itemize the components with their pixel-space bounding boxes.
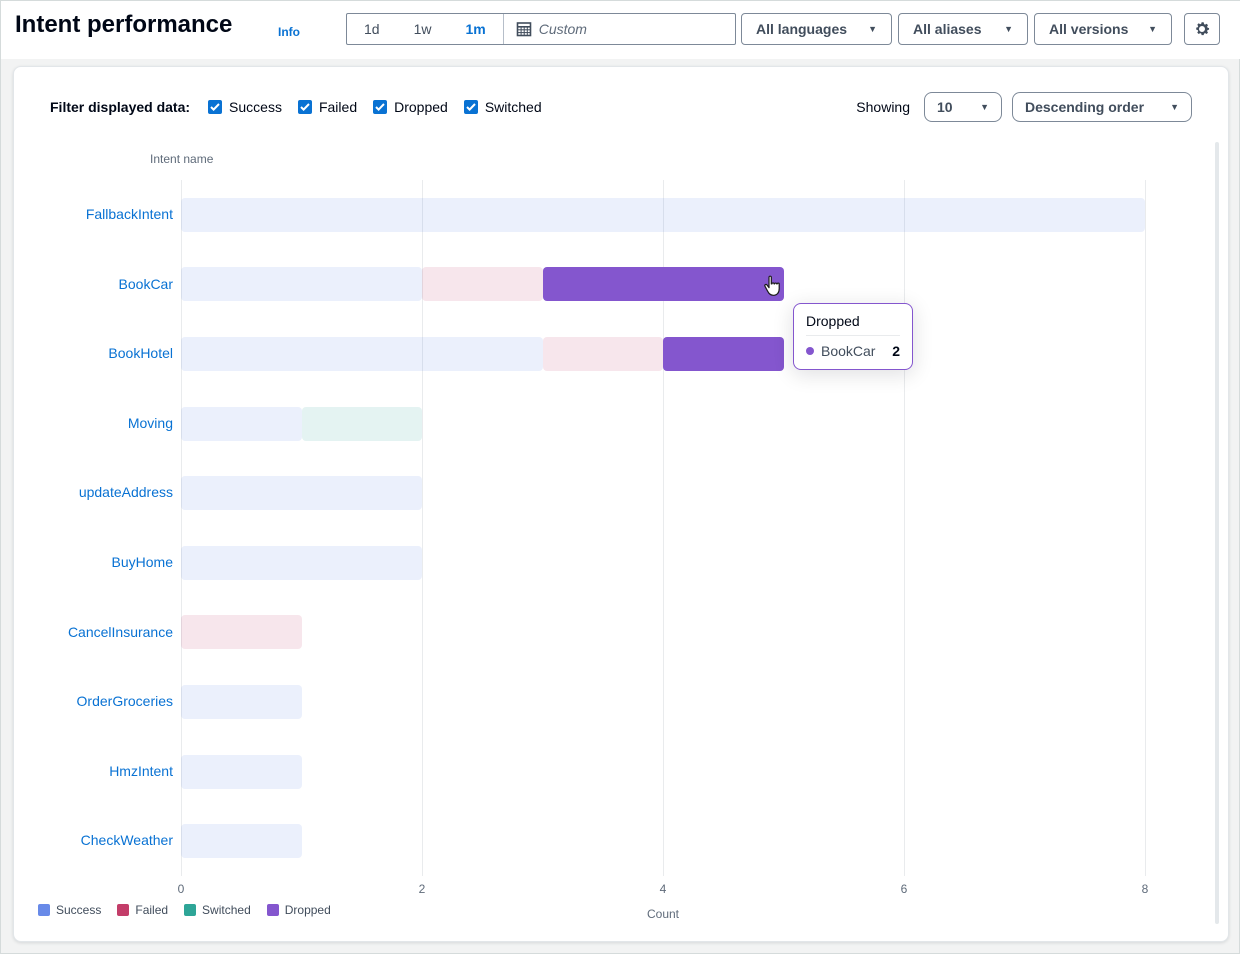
checkbox-dropped[interactable]: Dropped bbox=[373, 99, 448, 115]
page-title: Intent performance bbox=[15, 11, 232, 39]
intent-link[interactable]: BuyHome bbox=[14, 528, 173, 598]
calendar-icon bbox=[516, 21, 532, 37]
checkbox-label: Switched bbox=[485, 99, 542, 115]
showing-label: Showing bbox=[856, 99, 910, 115]
bar-segment-success[interactable] bbox=[181, 476, 422, 510]
bar-segment-success[interactable] bbox=[181, 198, 1145, 232]
bar-segment-success[interactable] bbox=[181, 337, 543, 371]
page-header: Intent performance Info 1d 1w 1m Custom … bbox=[1, 1, 1240, 59]
gridline bbox=[904, 180, 905, 876]
bar-segment-success[interactable] bbox=[181, 685, 302, 719]
version-filter-label: All versions bbox=[1049, 21, 1128, 37]
custom-date-input[interactable]: Custom bbox=[539, 21, 587, 37]
checkbox-label: Dropped bbox=[394, 99, 448, 115]
bar-segment-failed[interactable] bbox=[543, 337, 664, 371]
version-filter-button[interactable]: All versions ▼ bbox=[1034, 13, 1172, 45]
checkbox-checked-icon bbox=[298, 100, 312, 114]
legend-label: Failed bbox=[135, 903, 168, 917]
intent-link[interactable]: CancelInsurance bbox=[14, 598, 173, 668]
legend-item[interactable]: Dropped bbox=[267, 903, 331, 917]
checkbox-checked-icon bbox=[464, 100, 478, 114]
x-axis-tick: 6 bbox=[901, 882, 908, 896]
checkbox-switched[interactable]: Switched bbox=[464, 99, 542, 115]
tooltip-series-dot bbox=[806, 347, 814, 355]
bar-segment-failed[interactable] bbox=[181, 615, 302, 649]
chart-tooltip: Dropped BookCar 2 bbox=[793, 303, 913, 370]
language-filter-button[interactable]: All languages ▼ bbox=[741, 13, 892, 45]
cursor-icon bbox=[763, 275, 781, 302]
checkbox-success[interactable]: Success bbox=[208, 99, 282, 115]
tooltip-series-value: 2 bbox=[892, 343, 900, 359]
bar-segment-switched[interactable] bbox=[302, 407, 423, 441]
bar-segment-success[interactable] bbox=[181, 546, 422, 580]
bar-segment-success[interactable] bbox=[181, 267, 422, 301]
chevron-down-icon: ▼ bbox=[868, 24, 877, 34]
info-link[interactable]: Info bbox=[278, 25, 300, 39]
intent-link[interactable]: HmzIntent bbox=[14, 737, 173, 807]
gridline bbox=[1145, 180, 1146, 876]
x-axis-tick: 4 bbox=[660, 882, 667, 896]
time-option-1d[interactable]: 1d bbox=[347, 14, 397, 44]
bar-segment-success[interactable] bbox=[181, 755, 302, 789]
plot-area bbox=[181, 180, 1145, 876]
intent-link[interactable]: BookCar bbox=[14, 250, 173, 320]
sort-order-value: Descending order bbox=[1025, 99, 1144, 115]
tooltip-row: BookCar 2 bbox=[806, 343, 900, 359]
chevron-down-icon: ▼ bbox=[980, 102, 989, 112]
intent-link[interactable]: OrderGroceries bbox=[14, 667, 173, 737]
legend-swatch bbox=[184, 904, 196, 916]
bar-segment-dropped[interactable] bbox=[663, 337, 784, 371]
y-axis-title: Intent name bbox=[150, 152, 213, 166]
time-option-1m[interactable]: 1m bbox=[448, 14, 502, 44]
bar-segment-success[interactable] bbox=[181, 407, 302, 441]
gear-icon bbox=[1193, 20, 1211, 38]
intent-link[interactable]: Moving bbox=[14, 389, 173, 459]
time-option-1w[interactable]: 1w bbox=[397, 14, 449, 44]
alias-filter-button[interactable]: All aliases ▼ bbox=[898, 13, 1028, 45]
language-filter-label: All languages bbox=[756, 21, 847, 37]
chevron-down-icon: ▼ bbox=[1148, 24, 1157, 34]
legend-swatch bbox=[117, 904, 129, 916]
tooltip-series-label: BookCar bbox=[821, 343, 875, 359]
filter-row: Filter displayed data: Success Failed Dr… bbox=[50, 91, 1192, 123]
intent-link[interactable]: CheckWeather bbox=[14, 806, 173, 876]
x-axis-tick: 8 bbox=[1142, 882, 1149, 896]
intent-link[interactable]: BookHotel bbox=[14, 319, 173, 389]
chevron-down-icon: ▼ bbox=[1004, 24, 1013, 34]
legend-item[interactable]: Switched bbox=[184, 903, 251, 917]
filter-label: Filter displayed data: bbox=[50, 99, 190, 115]
page-size-select[interactable]: 10 ▼ bbox=[924, 92, 1002, 122]
bar-segment-dropped[interactable] bbox=[543, 267, 784, 301]
chevron-down-icon: ▼ bbox=[1170, 102, 1179, 112]
checkbox-checked-icon bbox=[208, 100, 222, 114]
scrollbar[interactable] bbox=[1215, 142, 1219, 924]
checkbox-label: Failed bbox=[319, 99, 357, 115]
legend-swatch bbox=[38, 904, 50, 916]
legend-item[interactable]: Success bbox=[38, 903, 101, 917]
intent-link[interactable]: FallbackIntent bbox=[14, 180, 173, 250]
checkbox-checked-icon bbox=[373, 100, 387, 114]
settings-button[interactable] bbox=[1184, 13, 1220, 45]
intent-performance-panel: Filter displayed data: Success Failed Dr… bbox=[13, 66, 1229, 942]
legend-label: Success bbox=[56, 903, 101, 917]
x-axis-tick: 0 bbox=[178, 882, 185, 896]
alias-filter-label: All aliases bbox=[913, 21, 982, 37]
bar-segment-success[interactable] bbox=[181, 824, 302, 858]
legend-label: Dropped bbox=[285, 903, 331, 917]
chart-legend: Success Failed Switched Dropped bbox=[38, 903, 331, 917]
legend-swatch bbox=[267, 904, 279, 916]
divider bbox=[503, 14, 504, 44]
checkbox-failed[interactable]: Failed bbox=[298, 99, 357, 115]
legend-item[interactable]: Failed bbox=[117, 903, 168, 917]
x-axis-tick: 2 bbox=[419, 882, 426, 896]
sort-order-select[interactable]: Descending order ▼ bbox=[1012, 92, 1192, 122]
checkbox-label: Success bbox=[229, 99, 282, 115]
tooltip-title: Dropped bbox=[806, 313, 900, 336]
legend-label: Switched bbox=[202, 903, 251, 917]
time-range-control: 1d 1w 1m Custom bbox=[346, 13, 736, 45]
intent-link[interactable]: updateAddress bbox=[14, 458, 173, 528]
bar-segment-failed[interactable] bbox=[422, 267, 543, 301]
page-size-value: 10 bbox=[937, 99, 953, 115]
